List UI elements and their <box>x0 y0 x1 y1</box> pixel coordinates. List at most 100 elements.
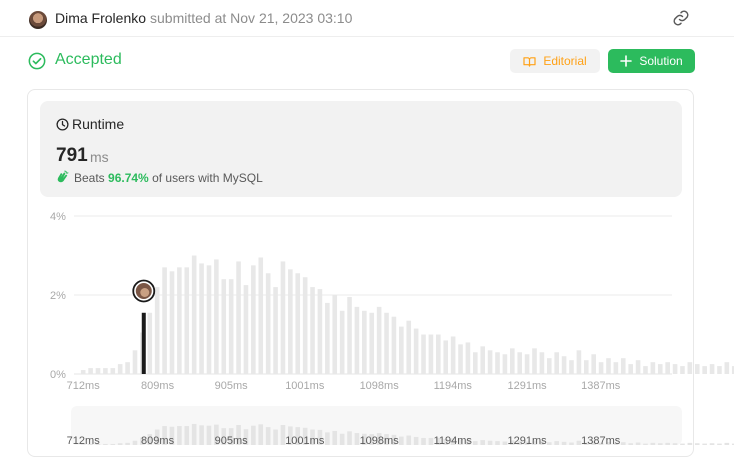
distribution-bar[interactable] <box>376 306 382 374</box>
distribution-bar[interactable] <box>273 287 278 374</box>
distribution-bar[interactable] <box>103 368 108 374</box>
distribution-bar[interactable] <box>606 358 611 374</box>
distribution-bar[interactable] <box>620 358 626 374</box>
distribution-bar[interactable] <box>399 326 404 374</box>
distribution-bar[interactable] <box>369 312 375 374</box>
distribution-bar[interactable] <box>680 366 685 374</box>
distribution-bar[interactable] <box>450 336 456 374</box>
distribution-bar[interactable] <box>443 340 449 374</box>
distribution-bar[interactable] <box>302 277 308 374</box>
distribution-bar[interactable] <box>325 302 330 374</box>
distribution-bar[interactable] <box>657 364 663 374</box>
overview-bar <box>347 431 352 445</box>
distribution-bar[interactable] <box>214 259 219 374</box>
distribution-bar[interactable] <box>228 279 234 374</box>
distribution-bar[interactable] <box>694 364 700 374</box>
distribution-bar[interactable] <box>317 289 323 374</box>
distribution-bar[interactable] <box>110 368 116 374</box>
distribution-bar[interactable] <box>458 344 463 374</box>
distribution-bar[interactable] <box>487 350 493 374</box>
distribution-bar[interactable] <box>524 354 530 374</box>
distribution-bar[interactable] <box>436 334 441 375</box>
distribution-bar[interactable] <box>635 360 641 374</box>
distribution-bar[interactable] <box>191 255 197 375</box>
distribution-bar[interactable] <box>169 271 175 374</box>
distribution-bar[interactable] <box>413 328 419 374</box>
distribution-bar[interactable] <box>628 364 633 374</box>
distribution-bar[interactable] <box>495 352 500 374</box>
distribution-bar[interactable] <box>310 287 315 374</box>
distribution-bar[interactable] <box>154 287 160 374</box>
overview-bar <box>132 440 138 445</box>
distribution-bar[interactable] <box>347 296 352 374</box>
distribution-bar[interactable] <box>687 362 693 374</box>
distribution-bar[interactable] <box>591 354 596 374</box>
distribution-bar[interactable] <box>362 310 367 374</box>
distribution-bar[interactable] <box>724 362 730 374</box>
distribution-bar[interactable] <box>465 342 471 374</box>
overview-bar <box>687 442 693 445</box>
distribution-bar[interactable] <box>80 370 86 374</box>
distribution-bar[interactable] <box>95 368 101 374</box>
distribution-bar[interactable] <box>265 273 271 374</box>
distribution-bar[interactable] <box>391 316 397 374</box>
distribution-bar[interactable] <box>117 364 123 374</box>
distribution-bar[interactable] <box>502 354 508 374</box>
distribution-bar[interactable] <box>295 273 301 374</box>
distribution-bar[interactable] <box>576 350 582 374</box>
distribution-bar[interactable] <box>613 362 619 374</box>
distribution-bar[interactable] <box>539 352 545 374</box>
overview-bar <box>199 425 204 445</box>
overview-bar <box>650 442 656 445</box>
distribution-bar[interactable] <box>517 352 523 374</box>
distribution-bar[interactable] <box>251 265 256 374</box>
distribution-bar[interactable] <box>280 261 286 374</box>
distribution-bar[interactable] <box>206 265 212 374</box>
distribution-bar[interactable] <box>339 310 345 374</box>
distribution-bar[interactable] <box>288 269 293 374</box>
distribution-bar[interactable] <box>650 362 656 374</box>
distribution-bar[interactable] <box>480 346 486 374</box>
distribution-bar[interactable] <box>473 352 478 374</box>
distribution-bar[interactable] <box>598 362 604 374</box>
distribution-bar[interactable] <box>258 257 264 374</box>
distribution-bar[interactable] <box>243 285 249 374</box>
x-tick-label: 1001ms <box>285 380 325 392</box>
distribution-bar[interactable] <box>162 267 167 374</box>
distribution-bar[interactable] <box>88 368 93 374</box>
distribution-bar[interactable] <box>569 360 574 374</box>
distribution-bar[interactable] <box>421 334 426 375</box>
overview-bar <box>421 437 426 445</box>
overview-bar <box>480 440 486 445</box>
distribution-bar[interactable] <box>583 360 589 374</box>
distribution-bar[interactable] <box>546 358 552 374</box>
distribution-bar[interactable] <box>332 295 338 374</box>
distribution-bar[interactable] <box>717 366 722 374</box>
distribution-bar[interactable] <box>554 352 559 374</box>
distribution-bar[interactable] <box>532 348 537 374</box>
overview-bar <box>717 443 722 445</box>
runtime-distribution-chart[interactable]: 0% 2% 4% 712ms 809ms 905ms 1001ms 1098ms 1194ms 1… <box>0 0 734 465</box>
distribution-bar[interactable] <box>428 334 434 375</box>
distribution-bar[interactable] <box>709 364 715 374</box>
distribution-bar[interactable] <box>236 261 241 374</box>
distribution-bar[interactable] <box>125 362 130 374</box>
distribution-bar[interactable] <box>643 366 648 374</box>
distribution-bar[interactable] <box>354 306 360 374</box>
distribution-bar[interactable] <box>147 312 153 374</box>
user-runtime-bar[interactable] <box>141 312 146 374</box>
distribution-bar[interactable] <box>199 263 204 374</box>
distribution-bar[interactable] <box>510 348 515 374</box>
distribution-bar[interactable] <box>406 320 412 374</box>
distribution-bar[interactable] <box>221 279 227 374</box>
distribution-bar[interactable] <box>132 350 138 374</box>
distribution-bar[interactable] <box>702 366 707 374</box>
distribution-bar[interactable] <box>384 312 389 374</box>
distribution-bar[interactable] <box>561 356 567 374</box>
overview-bar <box>339 433 345 445</box>
distribution-bar[interactable] <box>665 362 670 374</box>
distribution-bar[interactable] <box>184 267 190 374</box>
overview-bar <box>428 437 434 445</box>
distribution-bar[interactable] <box>672 364 678 374</box>
distribution-bar[interactable] <box>177 267 182 374</box>
